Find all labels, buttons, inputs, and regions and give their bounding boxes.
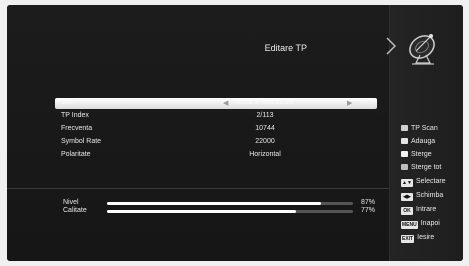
key-label: Sterge tot xyxy=(411,164,442,171)
ok-key-icon: OK xyxy=(401,207,413,215)
exit-key-icon: EXIT xyxy=(401,235,415,243)
key-label: Intrare xyxy=(416,206,437,213)
meter-label: Nivel xyxy=(63,199,79,206)
key-schimba[interactable]: ◀▶ Schimba xyxy=(401,192,443,202)
param-label: Polaritate xyxy=(61,151,91,158)
tv-screen: Editare TP SAT ◀ Astra 1HMK 19.2E ▶ TP I… xyxy=(7,5,463,261)
key-inapoi[interactable]: MENU Inapoi xyxy=(401,220,440,230)
key-label: TP Scan xyxy=(411,125,438,132)
param-row-sat[interactable]: SAT ◀ Astra 1HMK 19.2E ▶ xyxy=(55,98,377,109)
key-sterge-tot[interactable]: Sterge tot xyxy=(401,164,441,174)
param-row-symbol-rate[interactable]: Symbol Rate 22000 xyxy=(55,137,377,148)
key-sterge[interactable]: Sterge xyxy=(401,151,432,161)
param-label: Symbol Rate xyxy=(61,138,102,145)
yellow-key-icon xyxy=(401,151,408,157)
key-label: Schimba xyxy=(416,192,444,199)
meter-track xyxy=(107,210,353,213)
meter-track xyxy=(107,202,353,205)
up-down-key-icon: ▲▼ xyxy=(401,179,413,187)
meter-fill xyxy=(107,210,297,213)
param-label: SAT xyxy=(61,99,75,106)
meter-percent: 87% xyxy=(360,199,375,206)
param-value: Astra 1HMK 19.2E xyxy=(236,99,294,106)
key-tp-scan[interactable]: TP Scan xyxy=(401,125,438,135)
page-title: Editare TP xyxy=(264,43,307,53)
arrow-right-icon[interactable]: ▶ xyxy=(347,99,352,107)
key-iesire[interactable]: EXIT Iesire xyxy=(401,234,434,244)
key-adauga[interactable]: Adauga xyxy=(401,138,435,148)
key-selectare[interactable]: ▲▼ Selectare xyxy=(401,178,446,188)
signal-quality-meter: Calitate 77% xyxy=(63,207,383,217)
meter-fill xyxy=(107,202,322,205)
divider xyxy=(7,188,389,189)
left-right-key-icon: ◀▶ xyxy=(401,193,413,201)
param-row-polaritate[interactable]: Polaritate Horizontal xyxy=(55,150,377,161)
key-label: Selectare xyxy=(416,178,446,185)
red-key-icon xyxy=(401,125,408,131)
blue-key-icon xyxy=(401,164,408,170)
param-value: 2/113 xyxy=(256,112,274,119)
key-intrare[interactable]: OK Intrare xyxy=(401,206,436,216)
key-label: Iesire xyxy=(417,234,435,241)
chevron-right-icon xyxy=(386,37,396,55)
meter-label: Calitate xyxy=(63,207,87,214)
satellite-dish-icon xyxy=(409,34,435,65)
green-key-icon xyxy=(401,138,408,144)
param-value: 22000 xyxy=(255,138,275,145)
param-value: Horizontal xyxy=(249,151,281,158)
param-row-frecventa[interactable]: Frecventa 10744 xyxy=(55,124,377,135)
param-row-tp-index[interactable]: TP Index 2/113 xyxy=(55,111,377,122)
param-label: TP Index xyxy=(61,112,89,119)
param-label: Frecventa xyxy=(61,125,93,132)
key-label: Adauga xyxy=(411,138,436,145)
menu-key-icon: MENU xyxy=(401,221,418,229)
key-label: Sterge xyxy=(411,151,432,158)
key-label: Inapoi xyxy=(420,220,440,227)
param-value: 10744 xyxy=(255,125,275,132)
main-panel: Editare TP SAT ◀ Astra 1HMK 19.2E ▶ TP I… xyxy=(7,5,389,261)
meter-percent: 77% xyxy=(360,207,375,214)
